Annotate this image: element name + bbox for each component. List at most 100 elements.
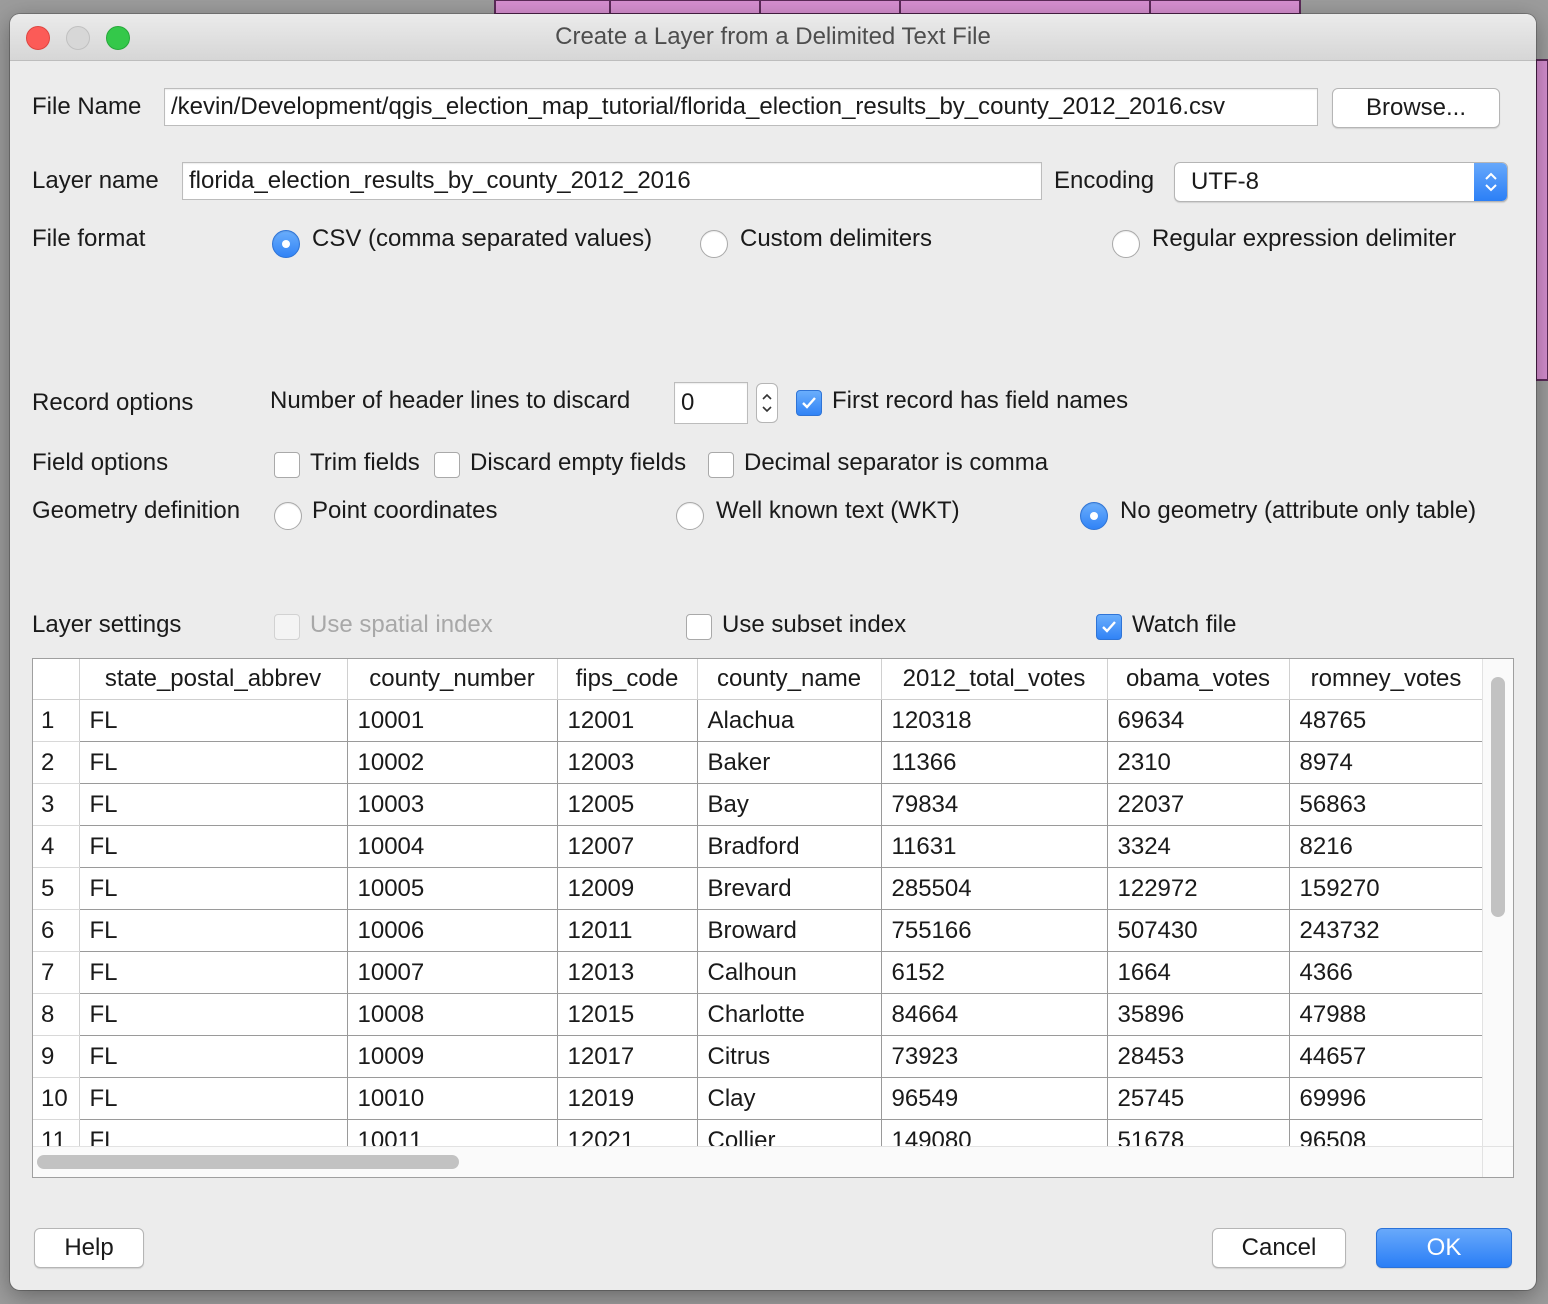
custom-delimiters-radio[interactable] [700,230,728,258]
table-cell: Bradford [697,825,882,868]
table-row[interactable]: 1 FL 10001 12001 Alachua 120318 69634 48765 [33,699,1484,742]
table-cell: Calhoun [697,951,882,994]
sample-data-table[interactable]: state_postal_abbrev county_number fips_cod… [32,658,1514,1178]
checkmark-icon [802,397,816,409]
regex-delimiter-radio[interactable] [1112,230,1140,258]
row-number: 6 [33,909,80,952]
wkt-radio[interactable] [676,502,704,530]
table-cell: Alachua [697,699,882,742]
table-cell: 25745 [1107,1077,1290,1120]
watch-file-label[interactable]: Watch file [1132,610,1236,640]
table-cell: Broward [697,909,882,952]
table-cell: 122972 [1107,867,1290,910]
file-name-value: /kevin/Development/qgis_election_map_tut… [171,93,1225,120]
no-geometry-label[interactable]: No geometry (attribute only table) [1120,496,1476,526]
table-cell: 69634 [1107,699,1290,742]
subset-index-label[interactable]: Use subset index [722,610,906,640]
table-cell: 2310 [1107,741,1290,784]
window-title: Create a Layer from a Delimited Text Fil… [555,23,991,50]
column-header[interactable]: state_postal_abbrev [79,659,348,700]
layer-name-input[interactable]: florida_election_results_by_county_2012_… [182,162,1042,200]
table-row[interactable]: 2 FL 10002 12003 Baker 11366 2310 8974 [33,741,1484,784]
table-cell: 507430 [1107,909,1290,952]
decimal-comma-checkbox[interactable] [708,452,734,478]
trim-fields-label[interactable]: Trim fields [310,448,420,478]
table-cell: FL [79,867,348,910]
table-row[interactable]: 7 FL 10007 12013 Calhoun 6152 1664 4366 [33,951,1484,994]
encoding-select[interactable]: UTF-8 [1174,162,1508,202]
row-number: 7 [33,951,80,994]
table-row[interactable]: 4 FL 10004 12007 Bradford 11631 3324 8216 [33,825,1484,868]
regex-delimiter-label[interactable]: Regular expression delimiter [1152,224,1456,254]
ok-button[interactable]: OK [1376,1228,1512,1268]
custom-delimiters-label[interactable]: Custom delimiters [740,224,932,254]
subset-index-checkbox[interactable] [686,614,712,640]
point-coordinates-label[interactable]: Point coordinates [312,496,497,526]
table-cell: 10010 [347,1077,558,1120]
table-row[interactable]: 8 FL 10008 12015 Charlotte 84664 35896 47988 [33,993,1484,1036]
column-header[interactable]: county_number [347,659,558,700]
help-button[interactable]: Help [34,1228,144,1268]
vertical-scroll-thumb[interactable] [1491,677,1505,917]
cancel-button[interactable]: Cancel [1212,1228,1346,1268]
encoding-value: UTF-8 [1191,168,1259,195]
csv-radio-label[interactable]: CSV (comma separated values) [312,224,652,254]
header-lines-stepper[interactable] [756,383,778,423]
table-cell: 10008 [347,993,558,1036]
discard-empty-checkbox[interactable] [434,452,460,478]
csv-radio[interactable] [272,230,300,258]
table-cell: 12009 [557,867,698,910]
title-bar[interactable]: Create a Layer from a Delimited Text Fil… [10,14,1536,61]
table-cell: 35896 [1107,993,1290,1036]
header-lines-input[interactable]: 0 [674,382,748,424]
header-lines-label: Number of header lines to discard [270,387,631,414]
column-header[interactable]: romney_votes [1289,659,1484,700]
decimal-comma-label[interactable]: Decimal separator is comma [744,448,1048,478]
table-cell: 10006 [347,909,558,952]
file-name-input[interactable]: /kevin/Development/qgis_election_map_tut… [164,88,1318,126]
table-cell: 10005 [347,867,558,910]
watch-file-checkbox[interactable] [1096,614,1122,640]
table-cell: 8974 [1289,741,1484,784]
table-row[interactable]: 3 FL 10003 12005 Bay 79834 22037 56863 [33,783,1484,826]
horizontal-scroll-thumb[interactable] [37,1155,459,1169]
point-coordinates-radio[interactable] [274,502,302,530]
table-cell: 6152 [881,951,1108,994]
table-cell: 44657 [1289,1035,1484,1078]
table-cell: 47988 [1289,993,1484,1036]
table-row[interactable]: 9 FL 10009 12017 Citrus 73923 28453 44657 [33,1035,1484,1078]
record-options-label: Record options [32,389,194,416]
geometry-definition-label: Geometry definition [32,497,241,524]
column-header[interactable]: obama_votes [1107,659,1290,700]
table-cell: FL [79,909,348,952]
table-row[interactable]: 10 FL 10010 12019 Clay 96549 25745 69996 [33,1077,1484,1120]
no-geometry-radio[interactable] [1080,502,1108,530]
table-cell: FL [79,993,348,1036]
wkt-label[interactable]: Well known text (WKT) [716,496,960,526]
trim-fields-checkbox[interactable] [274,452,300,478]
table-cell: 12017 [557,1035,698,1078]
table-cell: 12005 [557,783,698,826]
column-header[interactable]: 2012_total_votes [881,659,1108,700]
field-options-label: Field options [32,449,169,476]
table-cell: 10009 [347,1035,558,1078]
first-record-checkbox[interactable] [796,390,822,416]
table-cell: 11631 [881,825,1108,868]
spatial-index-checkbox [274,614,300,640]
table-cell: 285504 [881,867,1108,910]
vertical-scrollbar[interactable] [1482,659,1513,1147]
table-row[interactable]: 6 FL 10006 12011 Broward 755166 507430 243732 [33,909,1484,952]
discard-empty-label[interactable]: Discard empty fields [470,448,686,478]
spatial-index-label: Use spatial index [310,611,493,638]
dialog-window: Create a Layer from a Delimited Text Fil… [10,14,1536,1290]
column-header[interactable]: county_name [697,659,882,700]
horizontal-scrollbar[interactable] [33,1146,1483,1177]
table-cell: 8216 [1289,825,1484,868]
table-cell: FL [79,1035,348,1078]
layer-settings-label: Layer settings [32,611,182,638]
browse-button[interactable]: Browse... [1332,88,1500,128]
column-header[interactable]: fips_code [557,659,698,700]
table-cell: 10007 [347,951,558,994]
first-record-label[interactable]: First record has field names [832,386,1128,416]
table-row[interactable]: 5 FL 10005 12009 Brevard 285504 122972 159270 [33,867,1484,910]
